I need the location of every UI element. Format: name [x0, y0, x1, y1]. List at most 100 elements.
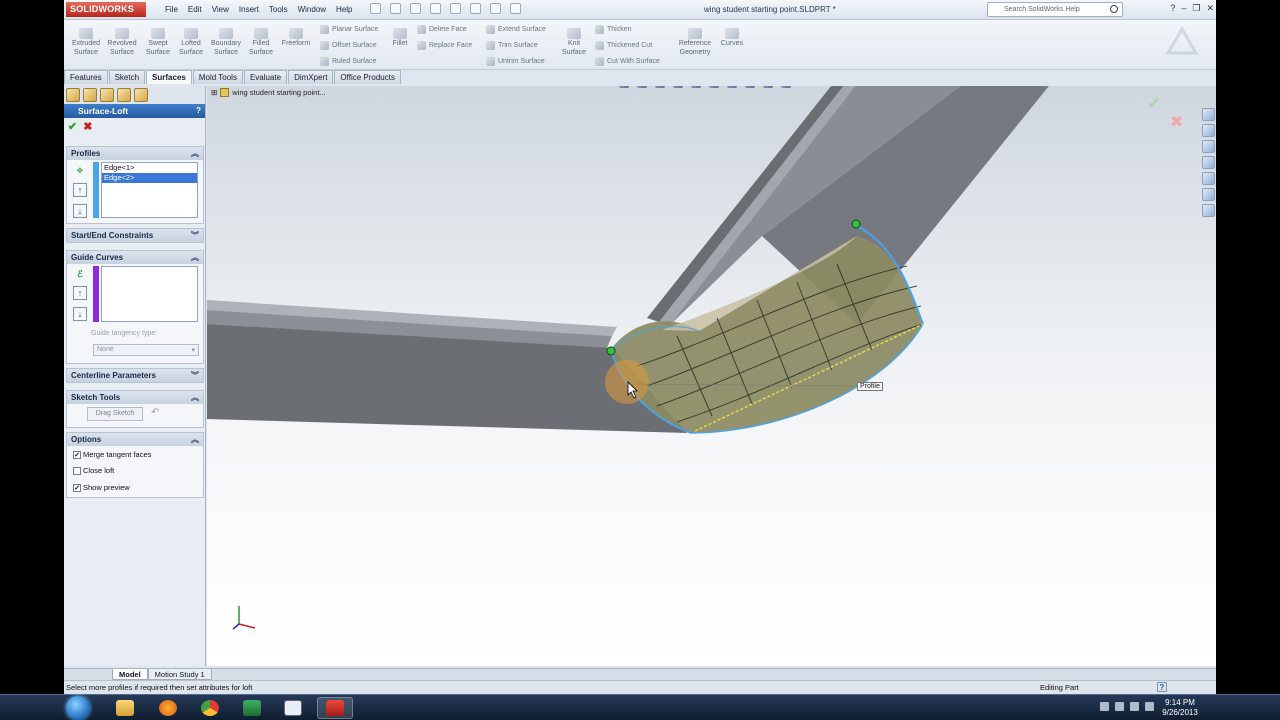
collapse-icon[interactable]: ︽ — [191, 252, 199, 263]
curves-button[interactable]: Curves — [714, 28, 750, 49]
appearances-icon[interactable] — [1201, 188, 1215, 201]
tab-motion-study[interactable]: Motion Study 1 — [147, 669, 212, 680]
menu-tools[interactable]: Tools — [264, 5, 293, 14]
knit-surface-button[interactable]: Knit Surface — [556, 28, 592, 57]
edit-appearance-icon[interactable] — [745, 86, 755, 88]
solidworks-resources-icon[interactable] — [1201, 108, 1215, 121]
close-loft-checkbox[interactable]: Close loft — [73, 466, 114, 475]
profiles-header[interactable]: Profiles ︽ — [67, 147, 203, 160]
hide-show-items-icon[interactable] — [727, 86, 737, 88]
taskbar-window[interactable] — [275, 697, 311, 719]
search-icon[interactable] — [1110, 5, 1118, 13]
expand-icon[interactable]: ︾ — [191, 230, 199, 241]
menu-edit[interactable]: Edit — [183, 5, 207, 14]
undo-icon[interactable] — [450, 3, 461, 14]
planar-surface-button[interactable]: Planar Surface — [320, 25, 378, 34]
trim-surface-button[interactable]: Trim Surface — [486, 41, 538, 50]
menu-view[interactable]: View — [207, 5, 234, 14]
property-manager-icon[interactable] — [83, 88, 97, 102]
taskbar-media-player[interactable] — [150, 697, 186, 719]
centerline-parameters-header[interactable]: Centerline Parameters ︾ — [67, 369, 203, 382]
extend-surface-button[interactable]: Extend Surface — [486, 25, 546, 34]
taskbar-solidworks[interactable] — [317, 697, 353, 719]
graphics-area[interactable]: Profile ⊞ wing student starting point... — [207, 86, 1216, 666]
feature-manager-icon[interactable] — [66, 88, 80, 102]
help-icon[interactable]: ? — [196, 106, 201, 115]
start-end-constraints-header[interactable]: Start/End Constraints ︾ — [67, 229, 203, 242]
print-icon[interactable] — [430, 3, 441, 14]
delete-face-button[interactable]: Delete Face — [417, 25, 467, 34]
tab-features[interactable]: Features — [64, 70, 108, 84]
menu-help[interactable]: Help — [331, 5, 357, 14]
replace-face-button[interactable]: Replace Face — [417, 41, 472, 50]
minimize-icon[interactable]: – — [1181, 3, 1186, 14]
tab-mold-tools[interactable]: Mold Tools — [192, 70, 243, 84]
taskbar-explorer[interactable] — [107, 697, 143, 719]
filled-surface-button[interactable]: Filled Surface — [243, 28, 279, 57]
display-style-icon[interactable] — [709, 86, 719, 88]
collapse-icon[interactable]: ︽ — [191, 392, 199, 403]
lofted-surface-button[interactable]: Lofted Surface — [173, 28, 209, 57]
profile-callout[interactable]: Profile — [857, 382, 883, 391]
list-item-selected[interactable]: Edge<2> — [102, 173, 197, 183]
ruled-surface-button[interactable]: Ruled Surface — [320, 57, 376, 66]
display-manager-icon[interactable] — [134, 88, 148, 102]
move-down-button[interactable]: ↓ — [73, 204, 87, 218]
restore-icon[interactable]: ❐ — [1192, 3, 1200, 14]
tab-scroll-arrows[interactable] — [64, 669, 112, 680]
menu-window[interactable]: Window — [293, 5, 331, 14]
sketch-tools-header[interactable]: Sketch Tools ︽ — [67, 391, 203, 404]
collapse-icon[interactable]: ︽ — [191, 148, 199, 159]
save-icon[interactable] — [410, 3, 421, 14]
tab-sketch[interactable]: Sketch — [108, 70, 146, 84]
guide-move-up-button[interactable]: ↑ — [73, 286, 87, 300]
collapse-icon[interactable]: ︽ — [191, 434, 199, 445]
feature-tree-root[interactable]: ⊞ wing student starting point... — [211, 88, 326, 97]
swept-surface-button[interactable]: Swept Surface — [140, 28, 176, 57]
extruded-surface-button[interactable]: Extruded Surface — [68, 28, 104, 57]
confirmation-accept-icon[interactable]: ✔ — [1147, 94, 1160, 114]
design-library-icon[interactable] — [1201, 124, 1215, 137]
expand-tree-icon[interactable]: ⊞ — [211, 88, 217, 97]
dimxpert-manager-icon[interactable] — [117, 88, 131, 102]
tab-surfaces[interactable]: Surfaces — [146, 70, 192, 84]
file-explorer-icon[interactable] — [1201, 140, 1215, 153]
list-item[interactable]: Edge<1> — [102, 163, 197, 173]
boundary-surface-button[interactable]: Boundary Surface — [208, 28, 244, 57]
revolved-surface-button[interactable]: Revolved Surface — [104, 28, 140, 57]
drag-sketch-button[interactable]: Drag Sketch — [87, 407, 143, 421]
profiles-list[interactable]: Edge<1> Edge<2> — [101, 162, 198, 218]
view-orientation-icon[interactable] — [691, 86, 701, 88]
fillet-button[interactable]: Fillet — [382, 28, 418, 49]
flag-icon[interactable] — [1115, 702, 1124, 711]
previous-view-icon[interactable] — [655, 86, 665, 88]
close-icon[interactable]: ✕ — [1206, 3, 1214, 14]
taskbar-chrome[interactable] — [192, 697, 228, 719]
configuration-manager-icon[interactable] — [100, 88, 114, 102]
untrim-surface-button[interactable]: Untrim Surface — [486, 57, 545, 66]
menu-insert[interactable]: Insert — [234, 5, 264, 14]
thickened-cut-button[interactable]: Thickened Cut — [595, 41, 652, 50]
offset-surface-button[interactable]: Offset Surface — [320, 41, 377, 50]
status-help-icon[interactable]: ? — [1157, 682, 1167, 692]
tab-evaluate[interactable]: Evaluate — [243, 70, 288, 84]
tray-arrow-icon[interactable] — [1100, 702, 1109, 711]
zoom-to-area-icon[interactable] — [637, 86, 647, 88]
guide-curves-list[interactable] — [101, 266, 198, 322]
cancel-x-icon[interactable]: ✖ — [83, 120, 92, 134]
apply-scene-icon[interactable] — [763, 86, 773, 88]
guide-tangency-select[interactable]: None ▾ — [93, 344, 199, 356]
tab-dimxpert[interactable]: DimXpert — [288, 70, 334, 84]
thicken-button[interactable]: Thicken — [595, 25, 632, 34]
expand-icon[interactable]: ︾ — [191, 370, 199, 381]
move-up-button[interactable]: ↑ — [73, 183, 87, 197]
show-preview-checkbox[interactable]: ✓ Show preview — [73, 483, 130, 492]
undo-drag-icon[interactable]: ↶ — [151, 407, 159, 418]
view-palette-icon[interactable] — [1201, 172, 1215, 185]
new-icon[interactable] — [370, 3, 381, 14]
3d-model-view[interactable] — [207, 86, 1216, 666]
rebuild-icon[interactable] — [490, 3, 501, 14]
network-icon[interactable] — [1130, 702, 1139, 711]
options-header[interactable]: Options ︽ — [67, 433, 203, 446]
zoom-to-fit-icon[interactable] — [619, 86, 629, 88]
